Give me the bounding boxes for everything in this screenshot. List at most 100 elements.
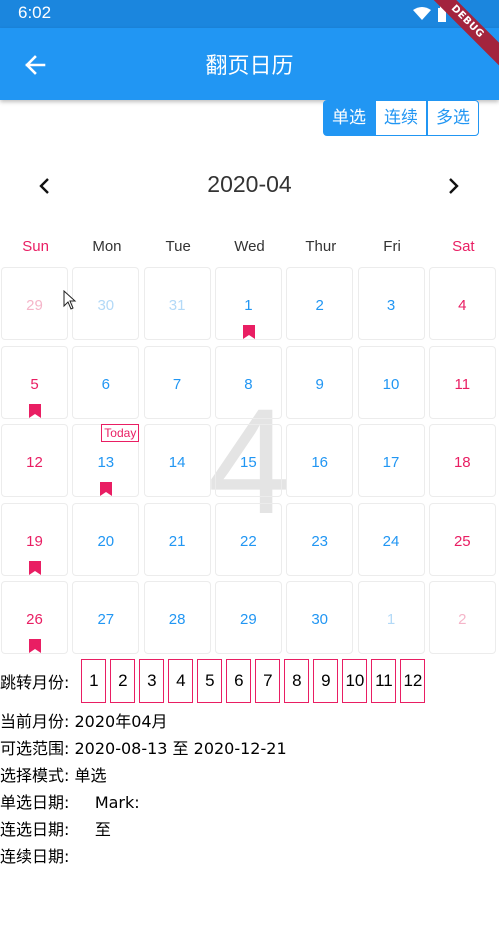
calendar-grid: 29 30 31 1 2 3 4 5 6 7 8 9 10 11 12 13 Today 14 15 16 17 18 19… (0, 266, 499, 656)
calendar-day[interactable]: 31 (143, 267, 211, 340)
day-number: 21 (168, 532, 186, 550)
calendar-day[interactable]: 4 (428, 267, 496, 340)
jump-month-button[interactable]: 11 (371, 659, 397, 703)
calendar-day[interactable]: 5 (1, 345, 68, 419)
calendar-day[interactable]: 14 (143, 424, 211, 497)
bookmark-icon (29, 560, 41, 575)
calendar-day[interactable]: 30 (72, 267, 140, 340)
calendar-day[interactable]: 21 (143, 502, 211, 576)
calendar-day[interactable]: 11 (428, 345, 496, 419)
day-number: 23 (311, 532, 329, 550)
calendar-day[interactable]: 2 (428, 581, 496, 654)
calendar-day[interactable]: 18 (428, 424, 496, 497)
calendar-day[interactable]: 8 (214, 345, 282, 419)
mode-continuous-button[interactable]: 连续 (375, 100, 427, 136)
day-number: 15 (240, 454, 257, 471)
multi-dates-text: 连选日期: 至 (0, 820, 111, 839)
calendar-day[interactable]: 7 (143, 345, 211, 419)
day-number: 20 (97, 532, 115, 550)
month-title: 2020-04 (207, 171, 292, 197)
bookmark-icon (29, 403, 41, 418)
calendar-day[interactable]: 22 (214, 502, 282, 576)
weekday-header: Sun Mon Tue Wed Thur Fri Sat (0, 238, 499, 262)
calendar-day[interactable]: 23 (286, 502, 354, 576)
day-number: 2 (315, 297, 324, 314)
jump-month-button[interactable]: 7 (255, 659, 281, 703)
chevron-right-icon[interactable] (444, 174, 464, 198)
calendar-day[interactable]: 9 (286, 345, 354, 419)
calendar-day[interactable]: 6 (72, 345, 140, 419)
jump-month-buttons: 1 2 3 4 5 6 7 8 9 10 11 12 (81, 659, 429, 703)
day-number: 11 (454, 375, 471, 393)
day-number: 7 (172, 375, 182, 393)
calendar-day[interactable]: 1 (357, 581, 425, 654)
day-number: 4 (458, 297, 467, 314)
day-number: 1 (244, 297, 253, 314)
calendar-day[interactable]: 1 (214, 267, 282, 340)
day-number: 25 (453, 532, 471, 550)
jump-month-button[interactable]: 4 (168, 659, 194, 703)
day-number: 6 (101, 375, 110, 393)
current-month-text: 当前月份: 2020年04月 (0, 712, 168, 731)
day-number: 24 (382, 532, 400, 550)
calendar-day[interactable]: 28 (143, 581, 211, 654)
day-number: 17 (382, 454, 400, 471)
day-number: 31 (168, 297, 186, 314)
day-number: 12 (26, 454, 43, 471)
today-badge: Today (101, 424, 140, 442)
bookmark-icon (29, 639, 41, 653)
day-number: 29 (26, 297, 43, 314)
calendar-day[interactable]: 26 (1, 581, 68, 654)
day-number: 16 (311, 454, 329, 471)
weekday-label: Wed (234, 238, 265, 255)
calendar-day[interactable]: 2 (286, 267, 354, 340)
calendar-day[interactable]: 13 Today (72, 424, 140, 497)
jump-month-button[interactable]: 5 (197, 659, 223, 703)
calendar-day[interactable]: 17 (357, 424, 425, 497)
jump-month-button[interactable]: 10 (342, 659, 368, 703)
day-number: 27 (97, 611, 115, 628)
calendar-day[interactable]: 19 (1, 502, 68, 576)
calendar-day[interactable]: 12 (1, 424, 68, 497)
calendar-day[interactable]: 10 (357, 345, 425, 419)
jump-month-button[interactable]: 1 (81, 659, 107, 703)
calendar-day[interactable]: 25 (428, 502, 496, 576)
calendar-day[interactable]: 29 (214, 581, 282, 654)
day-number: 10 (382, 375, 400, 393)
day-number: 30 (97, 297, 115, 314)
jump-month-button[interactable]: 2 (110, 659, 136, 703)
day-number: 19 (26, 532, 43, 550)
selection-mode-group: 单选 连续 多选 (323, 100, 479, 136)
calendar-day[interactable]: 3 (357, 267, 425, 340)
day-number: 2 (458, 611, 467, 628)
jump-month-button[interactable]: 3 (139, 659, 165, 703)
weekday-label: Tue (165, 238, 191, 255)
weekday-label: Sun (22, 238, 49, 255)
calendar-day[interactable]: 15 (214, 424, 282, 497)
mouse-cursor-icon (63, 290, 77, 310)
jump-month-button[interactable]: 6 (226, 659, 252, 703)
status-time: 6:02 (18, 3, 52, 22)
jump-month-button[interactable]: 9 (313, 659, 339, 703)
weekday-label: Sat (452, 238, 475, 255)
calendar-day[interactable]: 30 (286, 581, 354, 654)
continuous-dates-text: 连续日期: (0, 847, 70, 866)
day-number: 22 (240, 532, 257, 550)
weekday-label: Thur (305, 238, 337, 255)
mode-single-button[interactable]: 单选 (323, 100, 375, 136)
calendar-day[interactable]: 24 (357, 502, 425, 576)
calendar-day[interactable]: 27 (72, 581, 140, 654)
day-number: 5 (30, 375, 39, 393)
jump-month-button[interactable]: 12 (400, 659, 426, 703)
weekday-label: Fri (383, 238, 401, 255)
day-number: 14 (168, 454, 186, 471)
selectable-range-text: 可选范围: 2020-08-13 至 2020-12-21 (0, 739, 287, 758)
debug-banner: DEBUG (421, 0, 499, 68)
month-header: 2020-04 (0, 166, 499, 206)
calendar-day[interactable]: 29 (1, 267, 68, 340)
day-number: 3 (386, 297, 396, 314)
jump-month-button[interactable]: 8 (284, 659, 310, 703)
calendar-day[interactable]: 20 (72, 502, 140, 576)
mode-multi-button[interactable]: 多选 (427, 100, 479, 136)
calendar-day[interactable]: 16 (286, 424, 354, 497)
